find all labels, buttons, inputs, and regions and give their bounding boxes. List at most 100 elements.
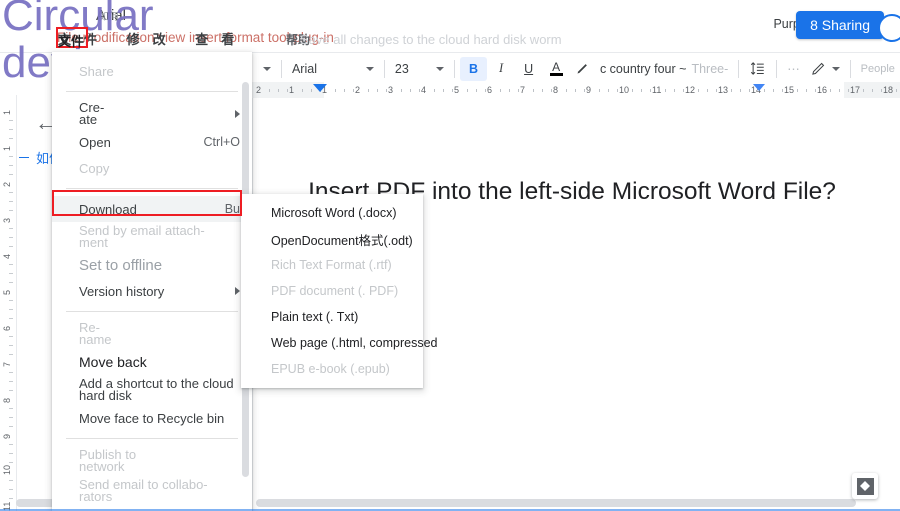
underline-button[interactable]: U <box>515 57 543 81</box>
left-horizontal-scrollbar[interactable] <box>16 499 56 507</box>
file-menu-item-label: Send email to collabo- rators <box>79 476 208 504</box>
editing-mode-button[interactable] <box>806 57 845 81</box>
ruler-minor-tick <box>617 89 618 92</box>
vruler-minor-tick <box>9 453 13 454</box>
vruler-tick: 9 <box>2 433 12 439</box>
ruler-minor-tick <box>896 89 897 92</box>
ruler-tick: 2 <box>355 85 361 95</box>
bold-button[interactable]: B <box>459 56 488 81</box>
file-menu-item[interactable]: Send by email attach- ment <box>52 222 252 252</box>
file-menu-item[interactable]: Download Bu <box>52 196 252 222</box>
file-menu-item[interactable]: Share <box>52 58 252 84</box>
vruler-minor-tick <box>9 417 13 418</box>
ruler-tick: 18 <box>883 85 894 95</box>
file-menu-item-label: Set to offline <box>79 256 163 274</box>
file-menu-item[interactable]: Re- name <box>52 319 252 349</box>
download-format-item[interactable]: Web page (.html, compressed <box>241 330 438 356</box>
font-family-selector[interactable]: Arial <box>287 57 379 81</box>
vertical-ruler[interactable]: 1 1 2 3 4 5 6 7 8 9 10 11 <box>0 95 17 511</box>
vruler-minor-tick <box>9 273 13 274</box>
file-menu-item[interactable]: Copy <box>52 155 252 181</box>
file-menu-item-label: Share <box>79 63 114 79</box>
document-horizontal-scrollbar[interactable] <box>256 499 856 507</box>
explore-button[interactable] <box>852 473 878 499</box>
share-button[interactable]: 8 Sharing <box>796 11 884 39</box>
file-menu-item[interactable]: Cre- ate <box>52 99 252 129</box>
left-indent-marker[interactable] <box>313 84 327 92</box>
chevron-down-icon <box>831 66 840 71</box>
file-menu-item-shortcut: Ctrl+O <box>203 135 240 149</box>
font-size-selector[interactable]: 23 <box>390 57 449 81</box>
file-menu-item-label: Cre- ate <box>79 99 105 127</box>
file-menu-item[interactable]: Move back <box>52 349 252 375</box>
download-format-label: Web page (.html, compressed <box>271 336 438 350</box>
menu-separator <box>66 311 238 312</box>
more-options-button[interactable]: ⋯ <box>782 57 806 81</box>
vruler-minor-tick <box>9 489 13 490</box>
download-format-label: Microsoft Word (.docx) <box>271 206 397 220</box>
ruler-minor-tick <box>815 89 816 92</box>
download-format-item[interactable]: Microsoft Word (.docx) <box>241 200 423 226</box>
vruler-minor-tick <box>9 300 13 301</box>
vruler-minor-tick <box>9 120 13 121</box>
file-menu-item[interactable]: Version history <box>52 278 252 304</box>
vruler-minor-tick <box>9 354 13 355</box>
file-menu-item-label: Send by email attach- ment <box>79 222 205 250</box>
text-color-button[interactable]: A <box>542 57 570 81</box>
ruler-tick: 16 <box>817 85 828 95</box>
avatar[interactable] <box>878 14 900 42</box>
ruler-minor-tick <box>386 89 387 92</box>
ruler-minor-tick <box>533 89 534 92</box>
file-dropdown-menu: Share Cre- ate Open Ctrl+O Copy Download Bu Sen… <box>52 52 252 511</box>
download-format-item[interactable]: Plain text (. Txt) <box>241 304 423 330</box>
download-format-item: EPUB e-book (.epub) <box>241 356 423 382</box>
download-format-item: Rich Text Format (.rtf) <box>241 252 423 278</box>
toolbar-divider <box>453 59 455 78</box>
document-title[interactable]: Arial 如何 <box>96 7 126 24</box>
ruler-minor-tick <box>311 89 312 92</box>
toolbar-divider <box>383 59 385 78</box>
paragraph-style-display[interactable]: c country four ~ Three- <box>595 57 733 81</box>
file-menu-item[interactable]: Publish to network <box>52 446 252 476</box>
undo-redo-caret[interactable] <box>252 57 276 81</box>
vruler-minor-tick <box>9 210 13 211</box>
menu-separator <box>66 438 238 439</box>
ruler-tick: 15 <box>784 85 795 95</box>
text-color-letter: A <box>552 59 561 74</box>
ruler-minor-tick <box>467 89 468 92</box>
italic-button[interactable]: I <box>487 57 515 81</box>
menu-separator <box>66 91 238 92</box>
ruler-minor-tick <box>806 89 807 92</box>
ruler-minor-tick <box>773 89 774 92</box>
people-label[interactable]: People <box>856 57 900 81</box>
text-color-swatch <box>549 72 563 76</box>
file-menu-item-shortcut: Bu <box>224 202 240 216</box>
ruler-tick: 6 <box>487 85 493 95</box>
ruler-minor-tick <box>575 89 576 92</box>
file-menu-item[interactable]: Move face to Recycle bin <box>52 405 252 431</box>
vruler-minor-tick <box>9 444 13 445</box>
horizontal-ruler[interactable]: 2 1 1 2 3 4 5 6 7 8 9 10 11 12 13 14 15 16 17 18 <box>252 82 900 98</box>
menu-file-chinese-label[interactable]: 文件 <box>58 31 84 50</box>
right-indent-marker[interactable] <box>753 84 765 91</box>
vruler-minor-tick <box>9 246 13 247</box>
vruler-minor-tick <box>9 408 13 409</box>
file-menu-item[interactable]: Add a shortcut to the cloud hard disk <box>52 375 252 405</box>
download-format-item[interactable]: OpenDocument格式(.odt) <box>241 226 423 252</box>
file-menu-item[interactable]: Set to offline <box>52 252 252 278</box>
ruler-minor-tick <box>518 89 519 92</box>
vruler-minor-tick <box>9 345 13 346</box>
highlight-color-button[interactable] <box>570 57 595 81</box>
ruler-minor-tick <box>683 89 684 92</box>
vruler-tick: 8 <box>2 397 12 403</box>
file-menu-item[interactable]: Send email to collabo- rators <box>52 476 252 506</box>
download-submenu: Microsoft Word (.docx) OpenDocument格式(.od… <box>241 194 438 388</box>
ruler-minor-tick <box>707 89 708 92</box>
ruler-minor-tick <box>368 89 369 92</box>
file-menu-item[interactable]: Open Ctrl+O <box>52 129 252 155</box>
ruler-minor-tick <box>500 89 501 92</box>
vruler-tick: 4 <box>2 253 12 259</box>
ruler-minor-tick <box>650 89 651 92</box>
file-menu-item-label: Download <box>79 201 137 217</box>
line-spacing-button[interactable] <box>744 57 771 81</box>
